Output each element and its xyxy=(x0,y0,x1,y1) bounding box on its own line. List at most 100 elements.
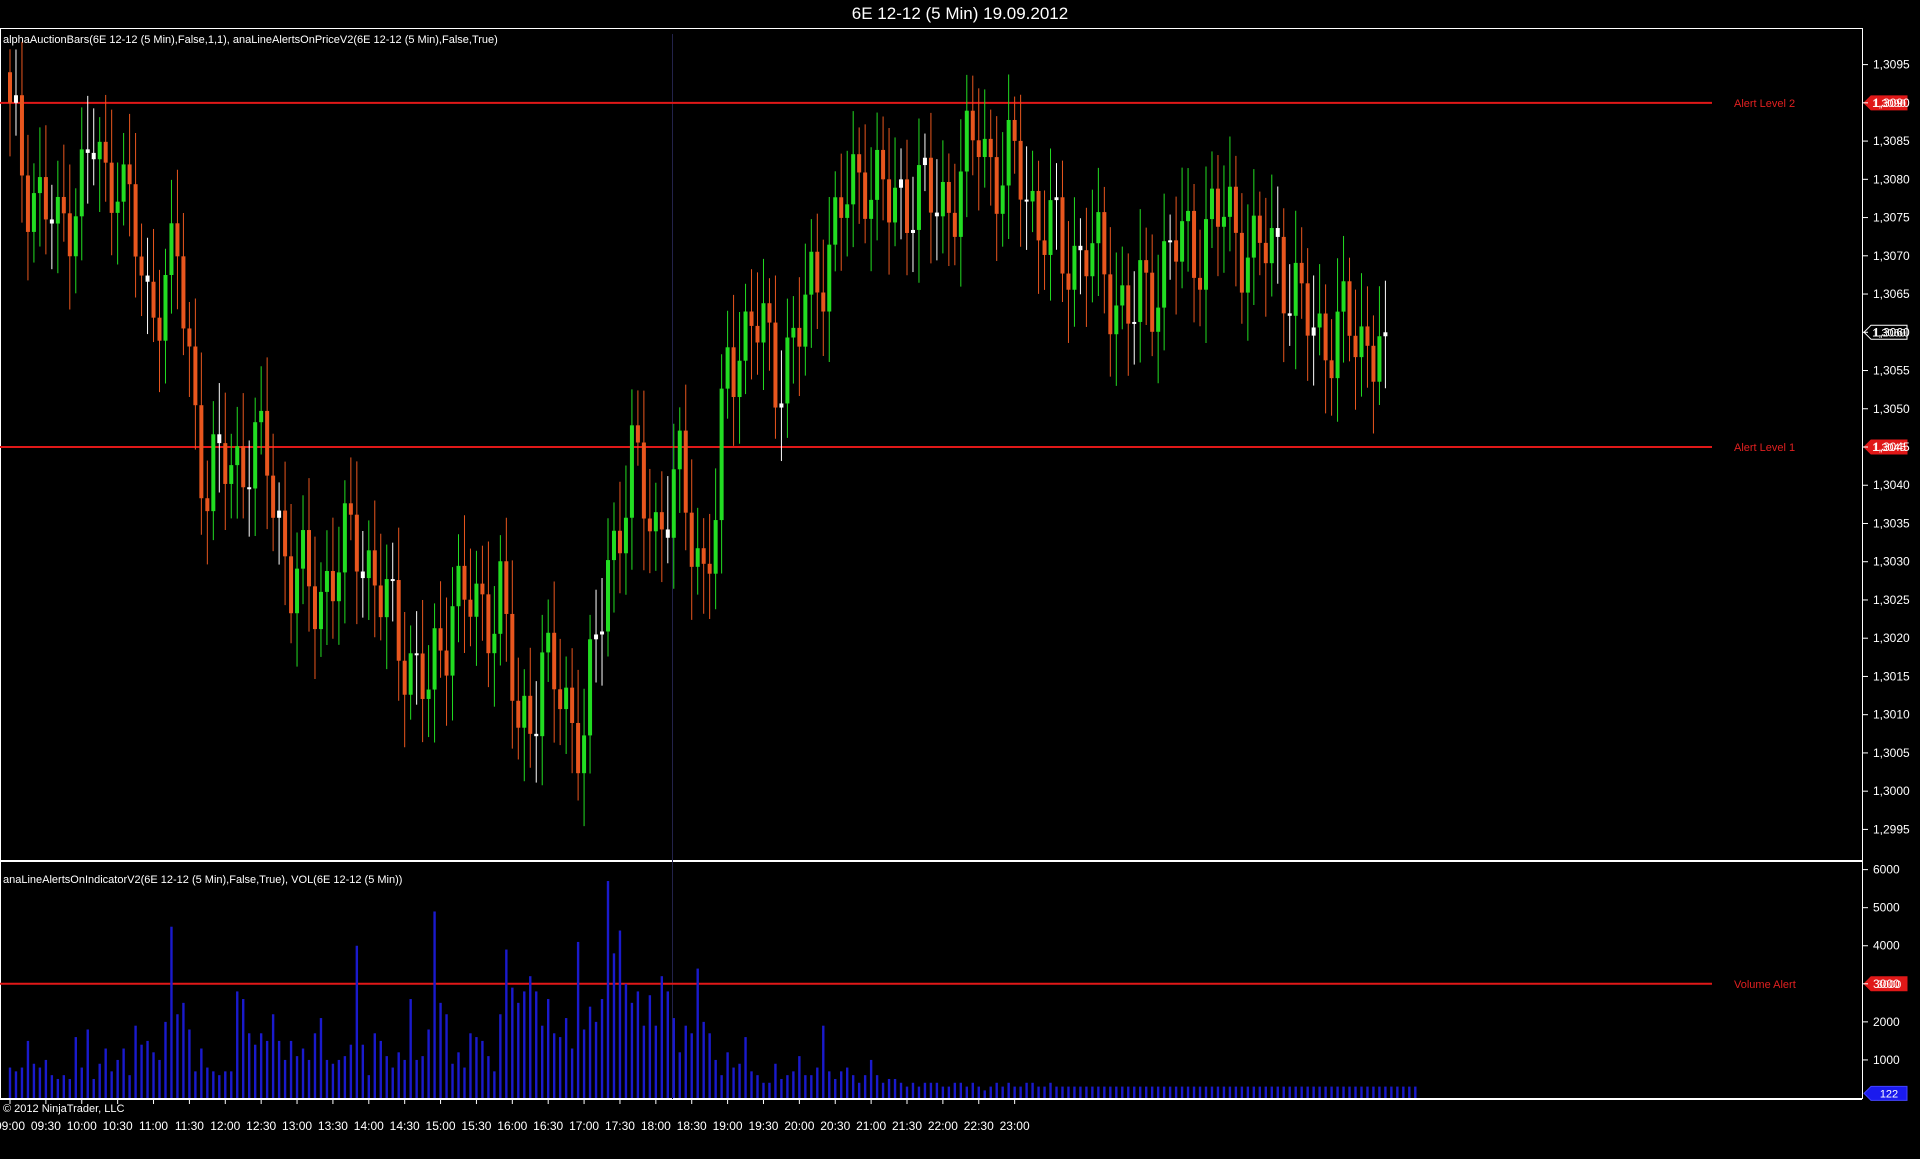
volume-bar xyxy=(1276,1086,1279,1098)
volume-bar xyxy=(768,1082,771,1098)
candle-body xyxy=(25,175,30,232)
price-candle xyxy=(552,581,557,743)
volume-bar xyxy=(1258,1086,1262,1098)
price-candle xyxy=(1018,94,1023,247)
candle-body xyxy=(43,177,48,220)
price-candle xyxy=(576,669,581,801)
price-candle xyxy=(617,481,622,594)
volume-bar xyxy=(1198,1086,1202,1098)
price-candle xyxy=(833,171,838,272)
price-candle xyxy=(755,272,760,375)
volume-bar xyxy=(1324,1086,1327,1098)
candle-body xyxy=(516,700,521,728)
candle-body xyxy=(229,465,234,484)
volume-bar xyxy=(1312,1086,1315,1098)
price-candle xyxy=(145,237,150,335)
candle-body xyxy=(408,653,413,695)
price-candle xyxy=(946,153,951,267)
price-candle xyxy=(677,407,682,513)
candle-body xyxy=(241,446,246,488)
price-candle xyxy=(749,269,754,380)
price-candle xyxy=(342,480,347,624)
price-candle xyxy=(336,526,341,645)
volume-bar xyxy=(804,1075,807,1098)
price-candle xyxy=(25,134,30,281)
price-candle xyxy=(360,530,365,618)
time-tick-label: 19:30 xyxy=(748,1119,778,1133)
volume-bar xyxy=(881,1082,885,1098)
candle-body xyxy=(205,498,210,512)
chart-canvas[interactable]: alphaAuctionBars(6E 12-12 (5 Min),False,… xyxy=(0,0,1920,1159)
candle-body xyxy=(265,410,270,476)
volume-bar xyxy=(1174,1086,1178,1098)
candle-body xyxy=(1180,221,1185,262)
price-candle xyxy=(683,384,688,551)
candle-body xyxy=(1078,245,1083,251)
candle-body xyxy=(863,172,868,219)
price-candle xyxy=(121,132,126,226)
volume-bar xyxy=(935,1082,939,1098)
candle-body xyxy=(982,138,987,158)
price-candle xyxy=(611,502,616,613)
price-candle xyxy=(791,296,796,384)
price-candle xyxy=(115,162,120,265)
volume-bar xyxy=(433,911,436,1098)
price-candle xyxy=(1024,146,1029,250)
candle-body xyxy=(899,179,904,188)
volume-bar xyxy=(194,1071,197,1098)
candle-body xyxy=(964,110,969,172)
volume-bar xyxy=(1150,1086,1154,1098)
candle-body xyxy=(61,196,66,214)
price-indicator-label: alphaAuctionBars(6E 12-12 (5 Min),False,… xyxy=(3,34,498,46)
time-tick-label: 18:00 xyxy=(641,1119,671,1133)
candle-body xyxy=(1257,215,1262,243)
candle-body xyxy=(1281,236,1286,314)
price-candle xyxy=(1042,190,1047,290)
price-candle xyxy=(1239,193,1244,324)
candle-body xyxy=(719,388,724,521)
price-candle xyxy=(600,578,605,686)
candle-body xyxy=(893,187,898,223)
candle-body xyxy=(157,317,162,341)
price-candle xyxy=(462,515,467,654)
volume-tick-label: 3000 xyxy=(1873,977,1900,991)
price-candle xyxy=(31,163,36,263)
candle-body xyxy=(163,275,168,341)
candle-body xyxy=(1245,257,1250,293)
volume-bar xyxy=(445,1014,448,1098)
volume-bar xyxy=(1007,1082,1010,1098)
candle-body xyxy=(324,571,329,592)
candle-body xyxy=(175,223,180,257)
candle-body xyxy=(1138,260,1143,322)
price-candle xyxy=(1060,160,1065,302)
price-candle xyxy=(301,495,306,605)
price-candle xyxy=(175,169,180,310)
volume-bar xyxy=(1240,1086,1244,1098)
candle-body xyxy=(384,579,389,618)
volume-bar xyxy=(176,1014,179,1098)
volume-bar xyxy=(1378,1086,1381,1098)
price-candle xyxy=(1353,289,1358,410)
volume-bar xyxy=(1001,1086,1004,1098)
volume-bar xyxy=(38,1067,42,1098)
candle-body xyxy=(390,579,395,582)
volume-bar xyxy=(547,999,550,1098)
price-candle xyxy=(157,269,162,393)
volume-bar xyxy=(469,1033,472,1098)
price-candle xyxy=(1006,74,1011,240)
volume-bar xyxy=(499,1014,502,1098)
candle-body xyxy=(396,580,401,661)
price-candle xyxy=(940,140,945,254)
price-candle xyxy=(1299,227,1304,319)
candle-body xyxy=(905,179,909,233)
price-candle xyxy=(217,383,222,493)
copyright-text: © 2012 NinjaTrader, LLC xyxy=(3,1103,124,1115)
volume-bar xyxy=(828,1071,831,1098)
price-candle xyxy=(450,567,455,721)
candle-body xyxy=(480,583,485,595)
candle-body xyxy=(1323,313,1328,361)
volume-bar xyxy=(1294,1086,1297,1098)
volume-bar xyxy=(1133,1086,1136,1098)
price-candle xyxy=(1156,254,1161,384)
price-candle xyxy=(211,401,216,541)
